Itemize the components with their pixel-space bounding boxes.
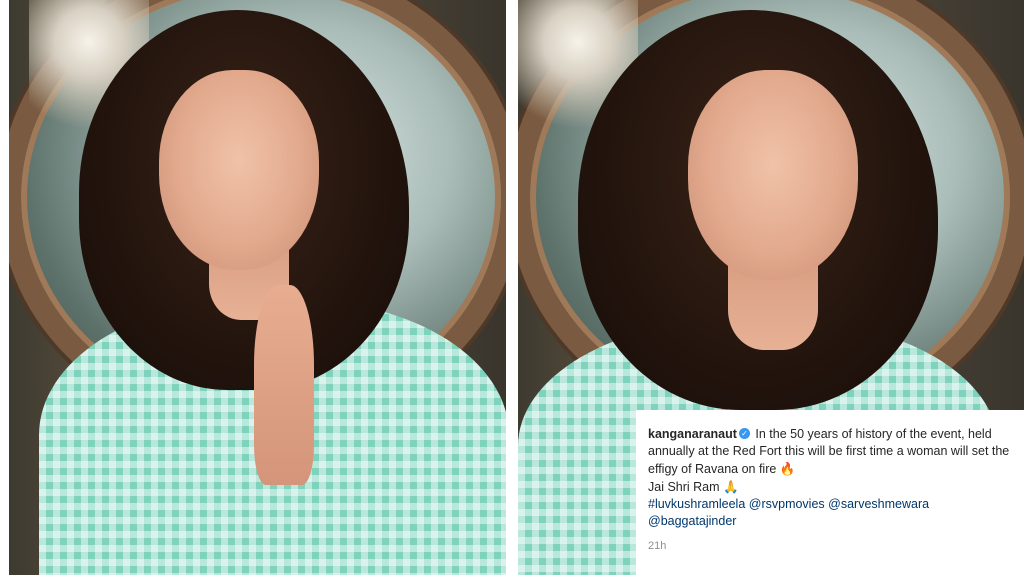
- mention-link[interactable]: @baggatajinder: [648, 514, 736, 528]
- post-timestamp: 21h: [648, 540, 667, 552]
- fire-emoji: 🔥: [779, 461, 796, 476]
- caption-body: kanganaranaut ✓ In the 50 years of histor…: [648, 426, 1014, 478]
- photo-left: [9, 0, 506, 575]
- caption-tags: #luvkushramleela @rsvpmovies @sarveshmew…: [648, 496, 1014, 530]
- hashtag-link[interactable]: #luvkushramleela: [648, 497, 745, 511]
- username-link[interactable]: kanganaranaut: [648, 427, 737, 441]
- post-caption-card: kanganaranaut ✓ In the 50 years of histor…: [636, 410, 1024, 575]
- mention-link[interactable]: @rsvpmovies: [749, 497, 825, 511]
- caption-jai-shri-ram: Jai Shri Ram: [648, 480, 720, 494]
- face: [159, 70, 319, 270]
- folded-hands-emoji: 🙏: [723, 479, 739, 494]
- folded-hands: [254, 285, 314, 485]
- face: [688, 70, 858, 280]
- verified-badge-icon: ✓: [738, 428, 750, 440]
- caption-line-2: Jai Shri Ram 🙏: [648, 478, 1014, 496]
- mention-link[interactable]: @sarveshmewara: [828, 497, 929, 511]
